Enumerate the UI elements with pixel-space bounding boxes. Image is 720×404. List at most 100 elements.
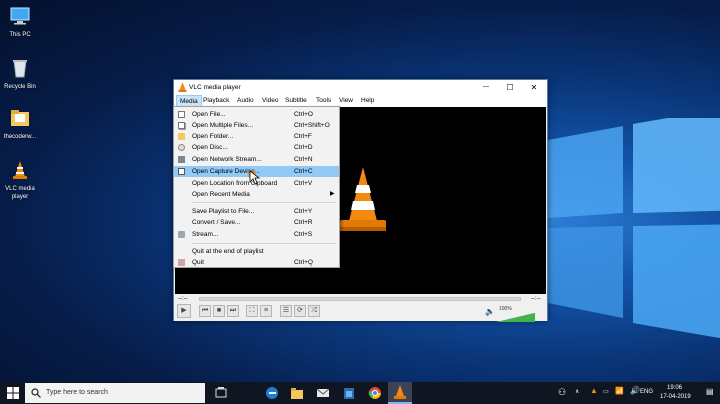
stop-button[interactable]: ■	[213, 305, 225, 317]
menu-item-label: Stream...	[192, 231, 219, 238]
menu-playback[interactable]: Playback	[203, 97, 229, 104]
files-icon	[178, 122, 185, 129]
store-icon[interactable]	[342, 386, 356, 400]
windows-logo-wallpaper	[548, 118, 720, 338]
menu-item-shortcut: Ctrl+O	[294, 111, 313, 118]
menu-item-label: Open Disc...	[192, 144, 228, 151]
menu-item-label: Quit	[192, 259, 204, 266]
menu-item-shortcut: Ctrl+S	[294, 231, 313, 238]
people-icon[interactable]: ⚇	[558, 387, 566, 398]
menu-item-open-file[interactable]: Open File... Ctrl+O	[174, 109, 339, 120]
menu-item-label: Open Location from clipboard	[192, 180, 278, 187]
volume-slider[interactable]: 100%	[497, 306, 535, 322]
desktop-icon-folder[interactable]: thecoderw...	[0, 108, 40, 141]
menu-item-stream[interactable]: Stream... Ctrl+S	[174, 229, 339, 240]
menu-item-convert-save[interactable]: Convert / Save... Ctrl+R	[174, 217, 339, 228]
vlc-cone-graphic	[340, 167, 386, 231]
menu-separator	[192, 243, 336, 244]
network-icon	[178, 156, 185, 163]
vlc-taskbar-icon	[394, 385, 406, 399]
capture-icon	[178, 168, 185, 175]
elapsed-time: --:--	[178, 296, 188, 302]
playback-controls: --:-- --:-- ▶ ⏮ ■ ⏭ ⛶ ≡ ☰ ⟳ ⤮ 🔈 100%	[174, 294, 547, 322]
tray-vlc-icon[interactable]: ▲	[590, 386, 598, 395]
menu-item-quit-end-playlist[interactable]: Quit at the end of playlist	[174, 246, 339, 257]
fullscreen-button[interactable]: ⛶	[246, 305, 258, 317]
menu-item-label: Open Network Stream...	[192, 156, 262, 163]
vlc-logo-icon	[178, 82, 187, 92]
menu-item-shortcut: Ctrl+N	[294, 156, 313, 163]
minimize-button[interactable]: —	[475, 80, 497, 95]
playlist-button[interactable]: ☰	[280, 305, 292, 317]
menu-help[interactable]: Help	[361, 97, 374, 104]
menu-item-label: Convert / Save...	[192, 219, 241, 226]
previous-button[interactable]: ⏮	[199, 305, 211, 317]
start-button-icon[interactable]	[7, 387, 19, 399]
stream-icon	[178, 231, 185, 238]
menu-view[interactable]: View	[339, 97, 353, 104]
chrome-icon[interactable]	[368, 386, 382, 400]
close-button[interactable]: ✕	[523, 80, 545, 95]
menu-item-label: Open Folder...	[192, 133, 234, 140]
maximize-button[interactable]: ☐	[499, 80, 521, 95]
clock-date[interactable]: 17-04-2019	[660, 394, 691, 400]
desktop-icon-recycle-bin[interactable]: Recycle Bin	[0, 58, 40, 91]
loop-button[interactable]: ⟳	[294, 305, 306, 317]
task-view-icon[interactable]	[214, 386, 228, 400]
volume-wedge	[497, 313, 535, 322]
menu-item-label: Open Recent Media	[192, 191, 250, 198]
window-title: VLC media player	[189, 84, 241, 91]
next-button[interactable]: ⏭	[227, 305, 239, 317]
menu-item-open-multiple-files[interactable]: Open Multiple Files... Ctrl+Shift+O	[174, 120, 339, 131]
menu-item-shortcut: Ctrl+Shift+O	[294, 122, 330, 129]
desktop-icon-vlc[interactable]: VLC media player	[0, 160, 40, 201]
menu-tools[interactable]: Tools	[316, 97, 331, 104]
menu-item-shortcut: Ctrl+Q	[294, 259, 313, 266]
volume-icon[interactable]: 🔊	[630, 386, 640, 395]
menu-video[interactable]: Video	[262, 97, 279, 104]
menu-item-open-network-stream[interactable]: Open Network Stream... Ctrl+N	[174, 154, 339, 165]
disc-icon	[178, 144, 185, 151]
menu-item-label: Open File...	[192, 111, 226, 118]
speaker-icon[interactable]: 🔈	[485, 307, 495, 316]
menu-separator	[192, 202, 336, 203]
extended-settings-button[interactable]: ≡	[260, 305, 272, 317]
search-placeholder: Type here to search	[46, 389, 108, 396]
search-icon	[31, 388, 41, 398]
menu-item-open-disc[interactable]: Open Disc... Ctrl+D	[174, 142, 339, 153]
menu-subtitle[interactable]: Subtitle	[285, 97, 307, 104]
language-indicator[interactable]: ENG	[640, 389, 653, 395]
play-button[interactable]: ▶	[177, 304, 191, 318]
menu-item-shortcut: Ctrl+C	[294, 168, 313, 175]
desktop-icon-this-pc[interactable]: This PC	[0, 6, 40, 39]
taskbar-search-box[interactable]: Type here to search	[25, 383, 205, 403]
seek-bar[interactable]	[199, 297, 521, 301]
vlc-taskbar-button[interactable]	[388, 382, 412, 404]
desktop-icon-label: thecoderw...	[3, 134, 37, 140]
network-icon[interactable]: 📶	[615, 387, 624, 395]
recycle-bin-icon	[13, 60, 27, 78]
menu-item-quit[interactable]: Quit Ctrl+Q	[174, 257, 339, 268]
battery-icon[interactable]: ▭	[603, 388, 609, 395]
shuffle-button[interactable]: ⤮	[308, 305, 320, 317]
edge-browser-icon[interactable]	[265, 386, 279, 400]
notifications-icon[interactable]: ▤	[706, 387, 714, 396]
file-explorer-icon[interactable]	[290, 386, 304, 400]
taskbar: Type here to search ⚇ ∧ ▲ ▭ 📶 🔊 ENG 19:0…	[0, 382, 720, 404]
menu-audio[interactable]: Audio	[237, 97, 254, 104]
menu-item-shortcut: Ctrl+D	[294, 144, 313, 151]
desktop-icon-label: This PC	[9, 32, 31, 38]
clock-time[interactable]: 19:06	[667, 385, 682, 391]
title-bar[interactable]: VLC media player — ☐ ✕	[174, 80, 547, 95]
tray-up-arrow-icon[interactable]: ∧	[575, 388, 579, 395]
menu-item-shortcut: Ctrl+F	[294, 133, 312, 140]
mail-icon[interactable]	[316, 386, 330, 400]
media-dropdown-menu: Open File... Ctrl+O Open Multiple Files.…	[173, 106, 340, 268]
menu-item-shortcut: Ctrl+V	[294, 180, 313, 187]
menu-item-open-folder[interactable]: Open Folder... Ctrl+F	[174, 131, 339, 142]
menu-item-open-recent-media[interactable]: Open Recent Media ▶	[174, 189, 339, 200]
desktop-icon-label: VLC media player	[5, 186, 35, 200]
mouse-cursor-icon	[248, 170, 261, 185]
menu-item-label: Save Playlist to File...	[192, 208, 255, 215]
menu-item-save-playlist[interactable]: Save Playlist to File... Ctrl+Y	[174, 206, 339, 217]
